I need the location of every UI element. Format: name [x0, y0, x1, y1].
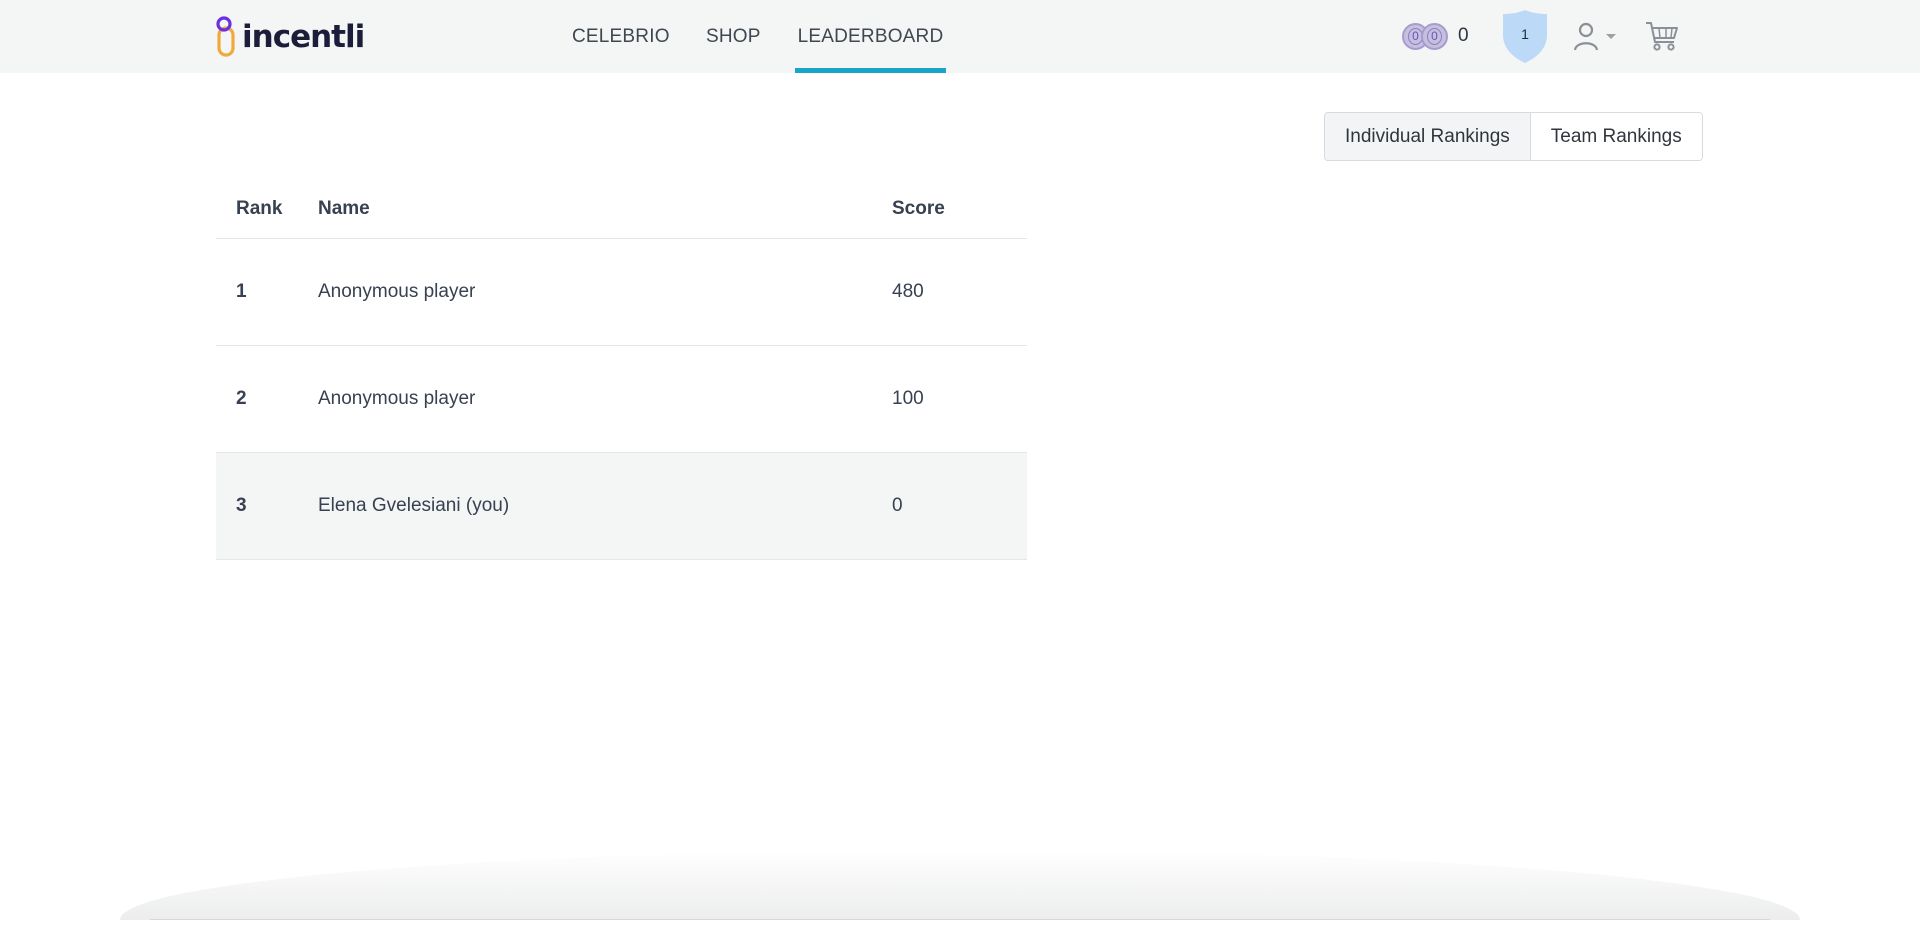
- score-cell: 480: [892, 281, 924, 302]
- nav-celebrio[interactable]: CELEBRIO: [572, 0, 669, 73]
- nav-leaderboard[interactable]: LEADERBOARD: [795, 0, 946, 73]
- coin-balance[interactable]: 0 0 0: [1402, 20, 1469, 52]
- incentli-logo-icon: [216, 16, 235, 57]
- name-cell: Elena Gvelesiani (you): [318, 495, 510, 516]
- name-column-header: Name: [318, 198, 370, 219]
- rank-cell: 2: [236, 388, 247, 409]
- logo-wordmark: incentli: [242, 19, 365, 55]
- top-navbar: incentli CELEBRIO SHOP LEADERBOARD 0 0 0…: [0, 0, 1920, 73]
- score-column-header: Score: [892, 198, 945, 219]
- coin-count: 0: [1458, 25, 1469, 46]
- rank-column-header: Rank: [236, 198, 283, 219]
- individual-rankings-button[interactable]: Individual Rankings: [1325, 113, 1530, 160]
- table-row: 1 Anonymous player 480: [216, 239, 1027, 346]
- coins-icon: 0: [1421, 22, 1448, 50]
- level-badge[interactable]: 1: [1502, 9, 1548, 64]
- score-cell: 100: [892, 388, 924, 409]
- user-menu[interactable]: [1573, 22, 1620, 52]
- level-number: 1: [1521, 26, 1529, 42]
- rank-cell: 3: [236, 495, 247, 516]
- footer-divider: [150, 919, 1770, 920]
- rankings-toggle: Individual Rankings Team Rankings: [1324, 112, 1703, 161]
- caret-down-icon: [1606, 34, 1616, 39]
- team-rankings-button[interactable]: Team Rankings: [1529, 113, 1702, 160]
- user-icon: [1573, 22, 1616, 51]
- table-row: 2 Anonymous player 100: [216, 346, 1027, 453]
- cart-button[interactable]: [1645, 20, 1679, 52]
- name-cell: Anonymous player: [318, 281, 476, 302]
- current-user-row: 3 Elena Gvelesiani (you) 0: [216, 453, 1027, 560]
- nav-shop[interactable]: SHOP: [706, 0, 760, 73]
- rank-cell: 1: [236, 281, 247, 302]
- score-cell: 0: [892, 495, 903, 516]
- footer-shadow: [120, 850, 1800, 920]
- incentli-logo[interactable]: incentli: [215, 16, 365, 58]
- name-cell: Anonymous player: [318, 388, 476, 409]
- cart-icon: [1646, 22, 1678, 51]
- leaderboard-table: Rank Name Score 1 Anonymous player 480 2…: [216, 180, 1027, 560]
- table-header: Rank Name Score: [216, 180, 1027, 239]
